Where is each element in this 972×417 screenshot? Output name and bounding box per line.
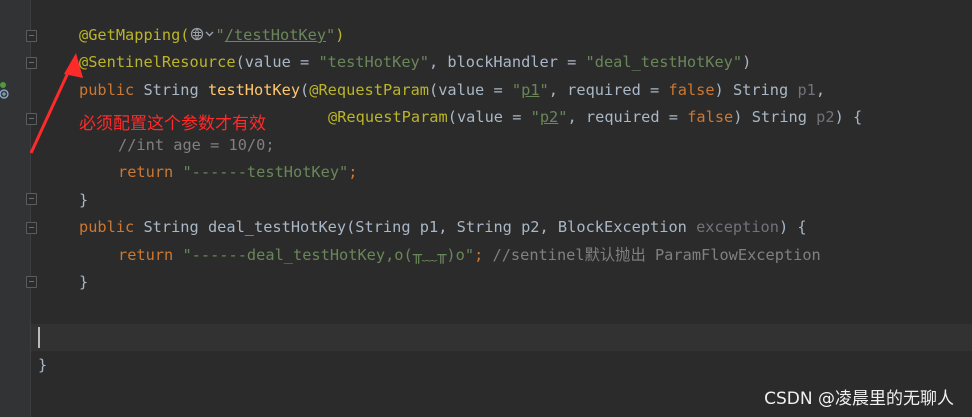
code-line: @GetMapping("/testHotKey") — [79, 22, 344, 49]
code-line: @SentinelResource(value = "testHotKey", … — [79, 53, 752, 71]
fold-marker[interactable] — [26, 30, 37, 42]
code-line: @RequestParam(value = "p2", required = f… — [328, 108, 863, 126]
code-line: } — [79, 273, 89, 291]
current-line-highlight — [31, 324, 972, 351]
code-line: public String testHotKey(@RequestParam(v… — [79, 81, 826, 99]
code-line: } — [38, 356, 48, 374]
editor-gutter — [0, 0, 37, 417]
fold-marker[interactable] — [26, 193, 37, 205]
code-line: } — [79, 191, 89, 209]
run-gutter-icon[interactable] — [0, 80, 12, 100]
globe-icon[interactable] — [190, 23, 216, 50]
text-caret — [38, 327, 40, 348]
watermark: CSDN @凌晨里的无聊人 — [764, 389, 954, 409]
code-line: public String deal_testHotKey(String p1,… — [79, 218, 807, 236]
code-line: return "------testHotKey"; — [118, 163, 358, 181]
fold-marker[interactable] — [26, 276, 37, 288]
fold-marker[interactable] — [26, 222, 37, 234]
annotation-note: 必须配置这个参数才有效 — [79, 114, 266, 134]
code-comment-line: //int age = 10/0; — [118, 136, 275, 154]
red-arrow-annotation — [29, 53, 83, 154]
mapping-path-link[interactable]: /testHotKey — [225, 26, 326, 44]
code-line: return "------deal_testHotKey,o(╥﹏╥)o"; … — [118, 246, 821, 264]
